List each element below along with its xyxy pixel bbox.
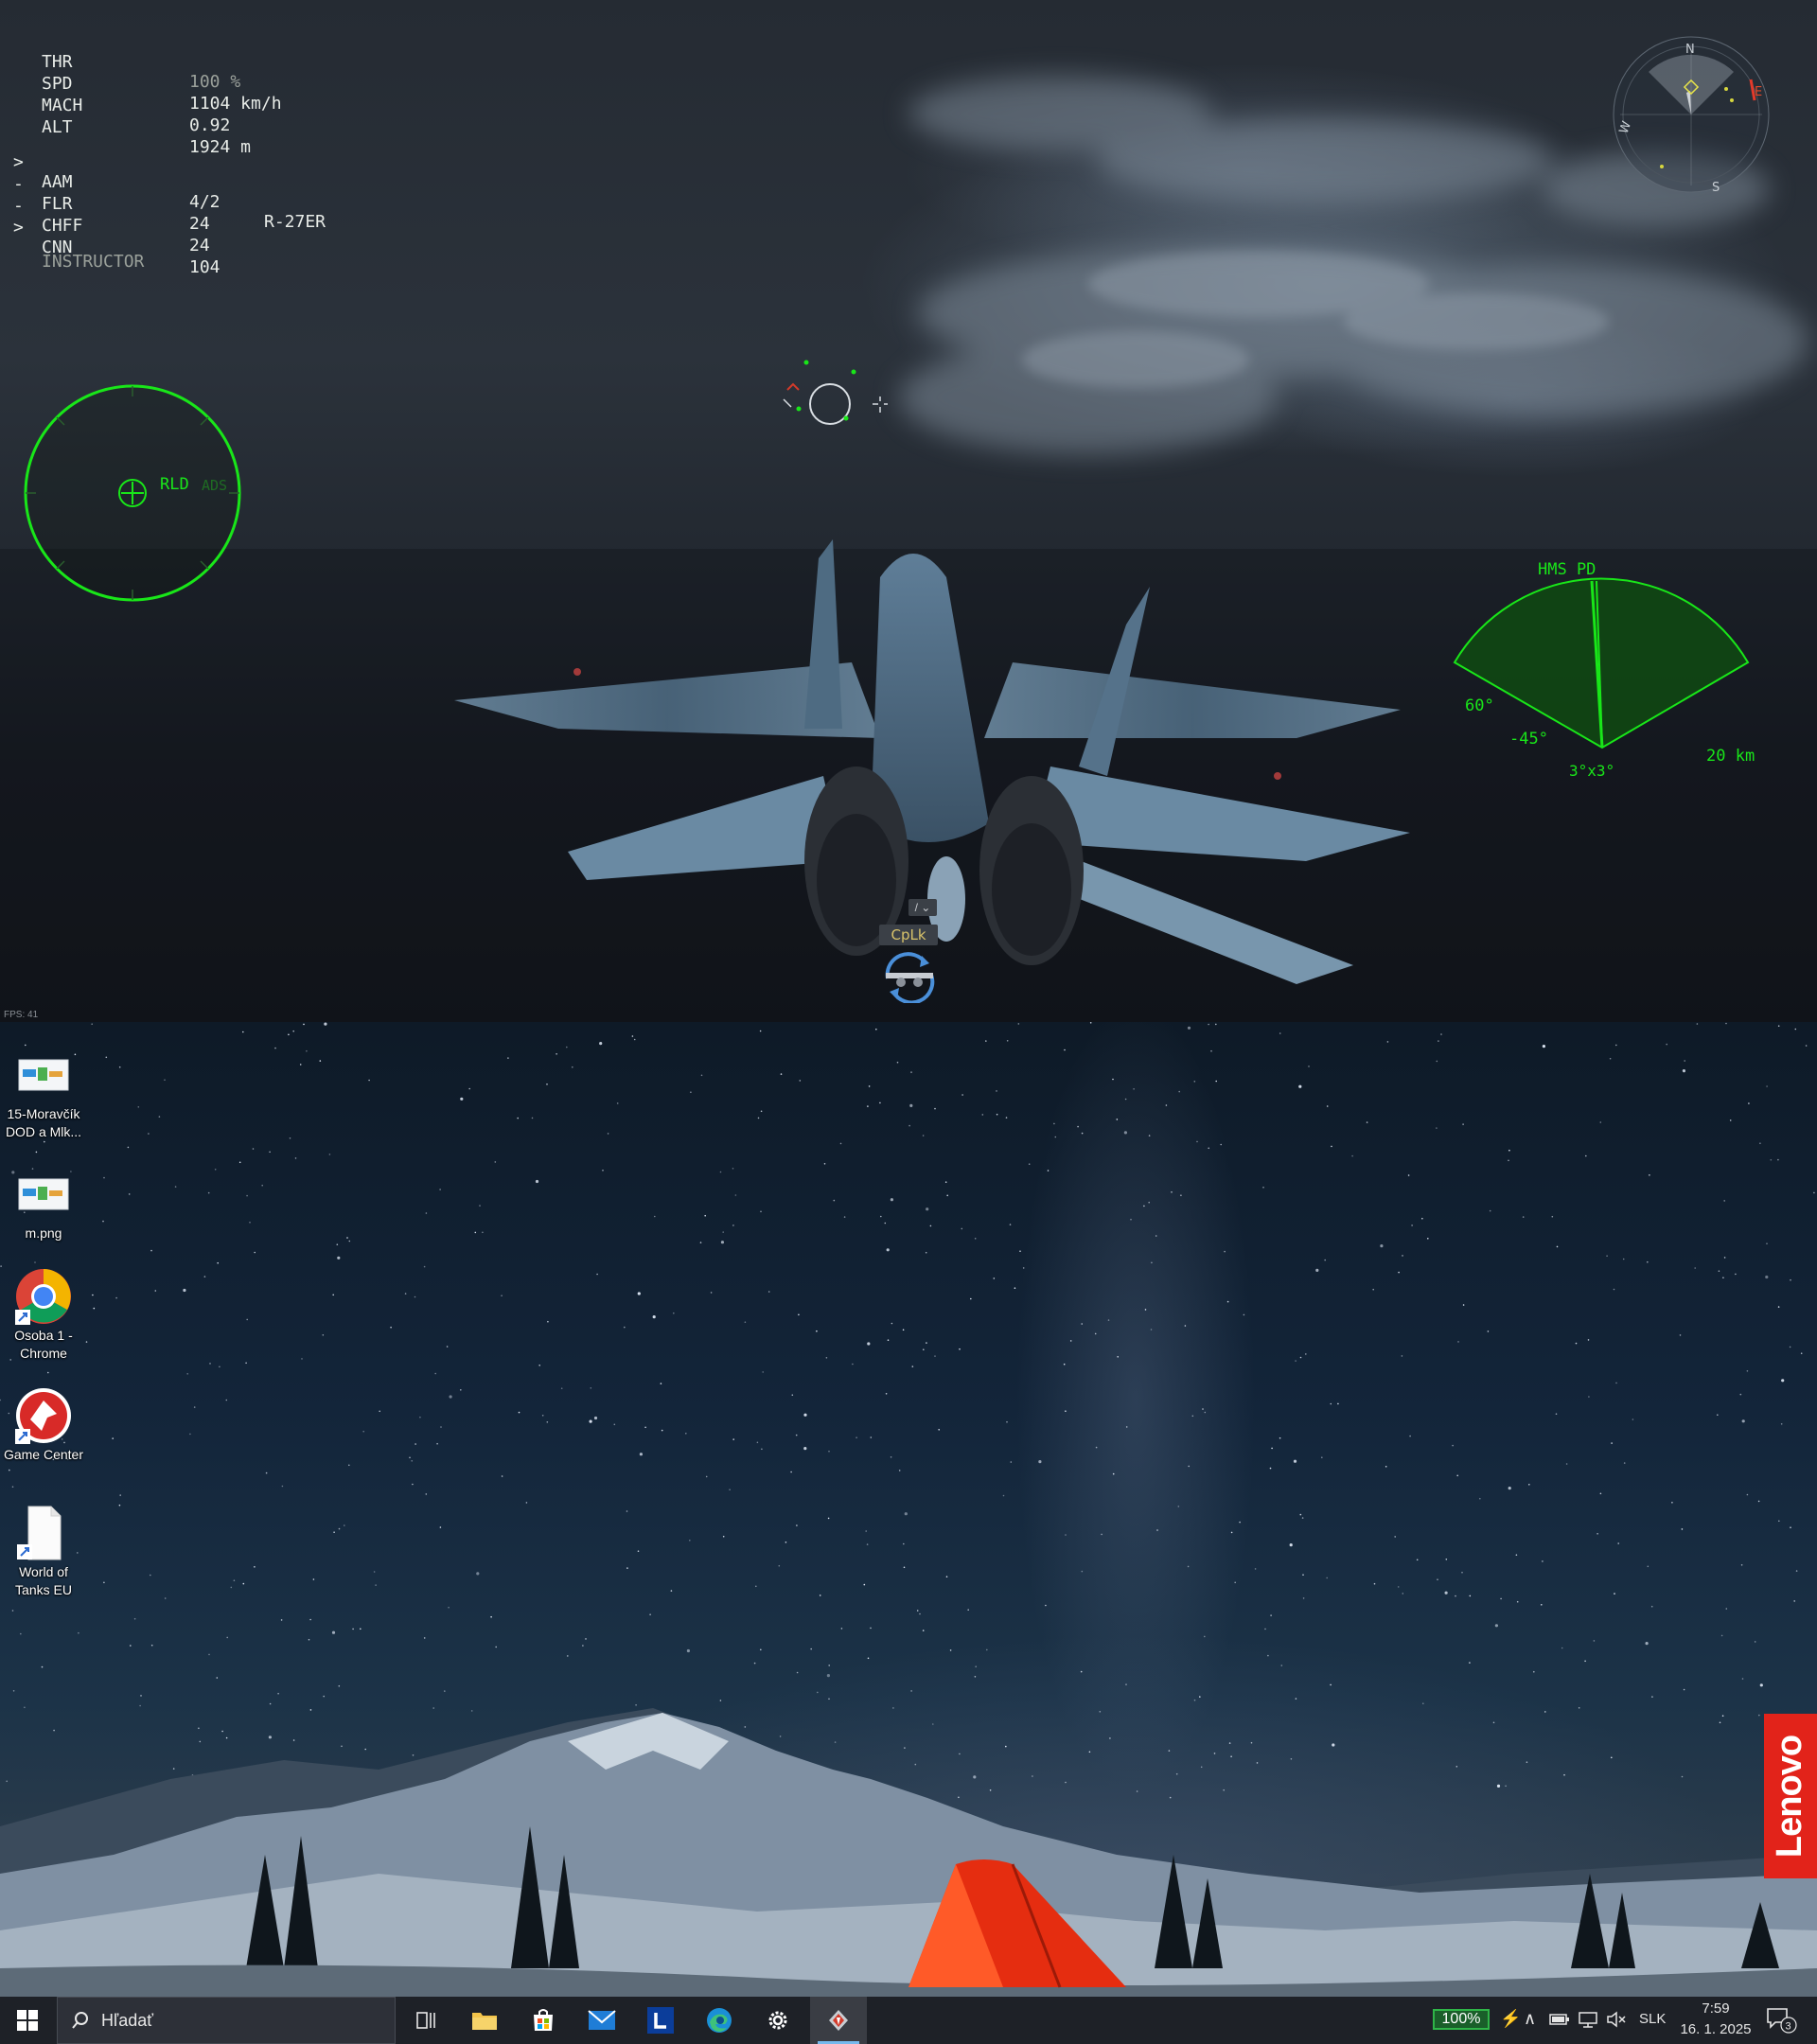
action-center-button[interactable]: 3 <box>1766 2006 1798 2035</box>
start-button[interactable] <box>0 1997 55 2044</box>
store-icon <box>534 2009 553 2031</box>
volume-muted-icon[interactable] <box>1606 2011 1627 2028</box>
weapon-count: 24 <box>189 214 210 234</box>
radar-scope-sector: HMS PD 60° -45° 3°x3° 20 km <box>1453 560 1755 780</box>
weapon-selector-toggle[interactable]: / ⌄ <box>908 899 937 916</box>
gear-icon <box>768 2011 787 2030</box>
desktop-icon-label: Osoba 1 - Chrome <box>14 1328 73 1361</box>
weapon-count: 104 <box>189 257 221 277</box>
image-file-icon <box>15 1166 72 1223</box>
mail-icon <box>588 2010 616 2030</box>
desktop-icon-label: Game Center <box>3 1447 84 1462</box>
task-view-icon <box>416 2012 435 2029</box>
search-icon <box>72 2012 88 2029</box>
hud-mode-label: INSTRUCTOR <box>42 252 145 272</box>
desktop-wallpaper[interactable]: 15-Moravčík DOD a Mlk... m.png Osoba 1 -… <box>0 1022 1817 1997</box>
chrome-icon <box>15 1268 72 1325</box>
taskbar-search-box[interactable]: Hľadať <box>57 1997 396 2044</box>
flight-hud: THR 100 % SPD 1104 km/h MACH 0.92 ALT 19… <box>0 32 379 277</box>
radar-mode2-label: ADS <box>202 477 227 494</box>
weapon-type: R-27ER <box>264 212 326 232</box>
desktop-icon-label: m.png <box>25 1225 62 1241</box>
wargaming-icon <box>15 1387 72 1444</box>
aim-reticle <box>783 360 888 425</box>
image-file-icon <box>15 1047 72 1103</box>
edge-button[interactable] <box>693 1997 746 2044</box>
scope-elevation-label: -45° <box>1509 730 1548 749</box>
missile-reload-icon <box>885 952 935 1003</box>
search-placeholder: Hľadať <box>101 2010 154 2030</box>
war-thunder-icon <box>829 2010 848 2031</box>
hud-value: 1924 m <box>189 137 252 157</box>
compass-south-label: S <box>1712 181 1720 195</box>
hud-mode: INSTRUCTOR <box>0 232 144 291</box>
system-clock[interactable]: 7:59 16. 1. 2025 <box>1675 1999 1756 2040</box>
scope-angle-label: 60° <box>1465 696 1494 715</box>
desktop-icon-moravcik[interactable]: 15-Moravčík DOD a Mlk... <box>0 1047 87 1141</box>
weapon-count: 24 <box>189 236 210 256</box>
mail-button[interactable] <box>575 1997 628 2044</box>
fps-counter: FPS: 41 <box>4 1010 39 1020</box>
settings-button[interactable] <box>751 1997 804 2044</box>
hud-value: 100 % <box>189 72 241 92</box>
desktop-icon-label: World of Tanks EU <box>15 1564 72 1597</box>
radar-display: RLD ADS <box>24 384 241 602</box>
scope-scan-label: 3°x3° <box>1569 762 1614 780</box>
game-window[interactable]: THR 100 % SPD 1104 km/h MACH 0.92 ALT 19… <box>0 0 1817 1022</box>
lenovo-logo: Lenovo <box>1764 1714 1817 1878</box>
compass-minimap: N W S E <box>1613 36 1770 195</box>
desktop-icon-m-png[interactable]: m.png <box>0 1166 87 1242</box>
compass-north-label: N <box>1685 43 1695 57</box>
folder-icon <box>472 2013 497 2030</box>
war-thunder-taskbar-button[interactable] <box>810 1997 867 2044</box>
scope-range-label: 20 km <box>1706 747 1755 766</box>
lock-mode-badge: CpLk <box>879 925 938 945</box>
desktop-icon-label: 15-Moravčík DOD a Mlk... <box>5 1106 82 1139</box>
edge-icon <box>707 2008 732 2033</box>
clock-date: 16. 1. 2025 <box>1680 2021 1752 2037</box>
network-icon[interactable] <box>1578 2011 1598 2028</box>
lenovo-logo-text: Lenovo <box>1770 1735 1810 1858</box>
desktop-icon-world-of-tanks[interactable]: World of Tanks EU <box>0 1505 87 1599</box>
scope-title: HMS PD <box>1538 560 1596 579</box>
input-language-indicator[interactable]: SLK <box>1639 2011 1666 2027</box>
power-plug-icon[interactable]: ⚡ <box>1500 2009 1521 2029</box>
weapon-count: 4/2 <box>189 192 221 212</box>
hud-value: 0.92 <box>189 115 231 135</box>
battery-indicator[interactable]: 100% <box>1433 2009 1490 2030</box>
battery-icon[interactable] <box>1549 2012 1570 2027</box>
desktop-icon-chrome[interactable]: Osoba 1 - Chrome <box>0 1268 87 1363</box>
clock-time: 7:59 <box>1702 2000 1730 2017</box>
lenovo-vantage-button[interactable] <box>634 1997 687 2044</box>
radar-mode-label: RLD <box>160 475 189 494</box>
compass-east-label: E <box>1755 85 1762 99</box>
store-button[interactable] <box>517 1997 570 2044</box>
taskbar: Hľadať 100% ⚡ ∧ SLK 7:59 16. 1. 2025 3 <box>0 1997 1817 2044</box>
lenovo-l-icon <box>647 2007 674 2034</box>
mountain-landscape <box>0 1708 1817 1997</box>
chevron-up-icon[interactable]: ∧ <box>1524 2009 1536 2029</box>
hud-value: 1104 km/h <box>189 94 282 114</box>
notification-count: 3 <box>1786 2021 1791 2033</box>
file-explorer-button[interactable] <box>458 1997 511 2044</box>
blank-file-icon <box>15 1505 72 1561</box>
task-view-button[interactable] <box>399 1997 452 2044</box>
windows-logo-icon <box>17 2010 38 2031</box>
desktop-icon-game-center[interactable]: Game Center <box>0 1387 87 1464</box>
